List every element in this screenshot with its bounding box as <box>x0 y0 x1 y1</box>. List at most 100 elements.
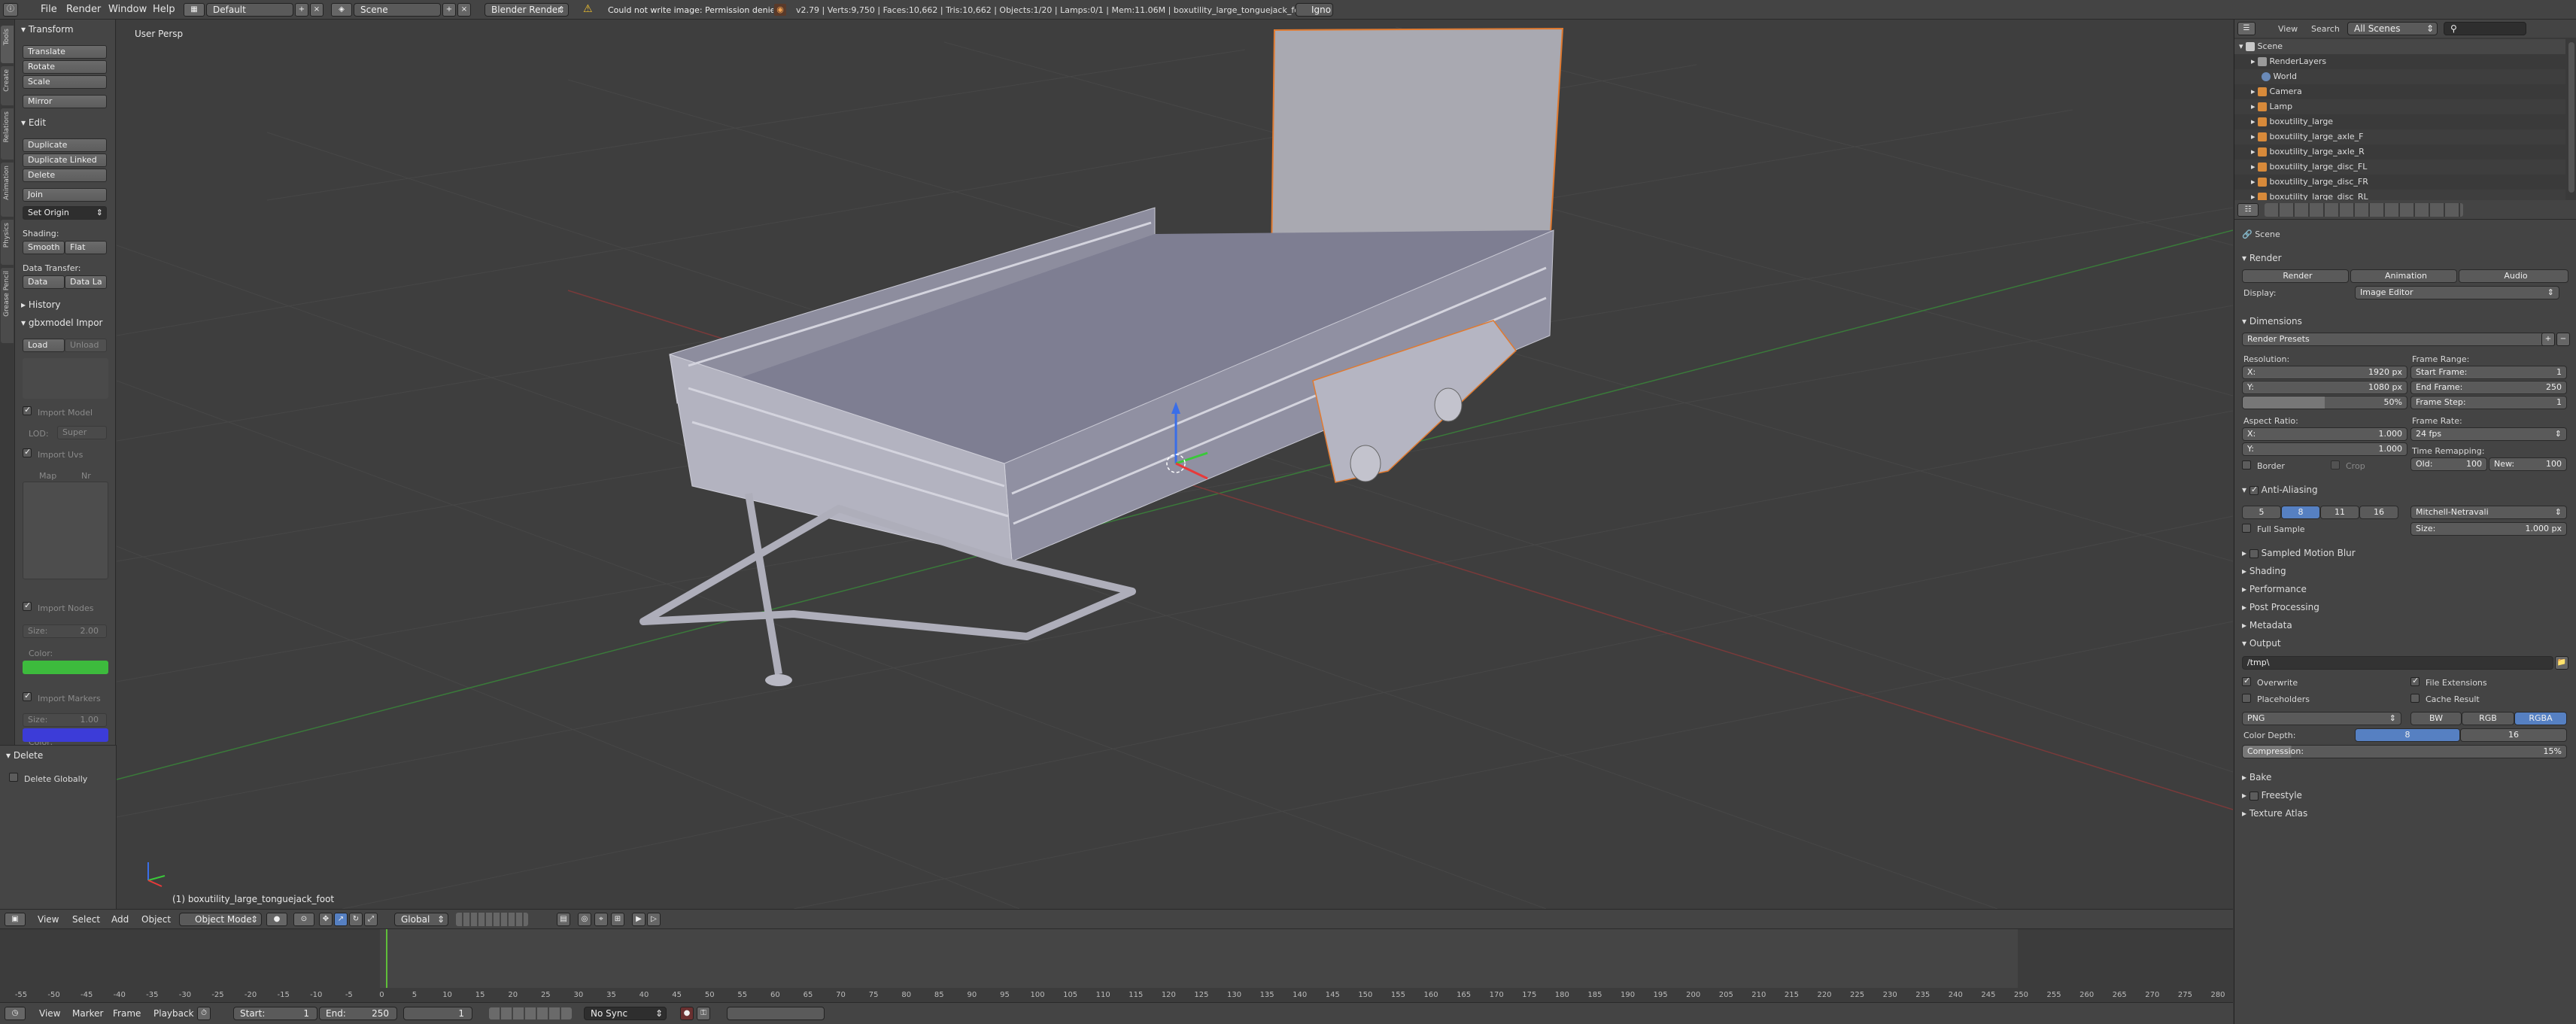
preset-add-icon[interactable]: + <box>2541 333 2555 346</box>
color-rgb-button[interactable]: RGB <box>2462 712 2514 725</box>
freestyle-checkbox[interactable] <box>2249 791 2259 801</box>
menu-view-time[interactable]: View <box>39 1003 60 1022</box>
history-header[interactable]: ▸ History <box>21 299 61 310</box>
smooth-button[interactable]: Smooth <box>23 241 65 254</box>
editor-type-3d-icon[interactable]: ▣ <box>5 913 26 926</box>
menu-frame[interactable]: Frame <box>113 1003 141 1022</box>
import-model-checkbox[interactable] <box>23 405 32 415</box>
color-depth-16-button[interactable]: 16 <box>2460 728 2567 742</box>
dimensions-section-header[interactable]: ▾ Dimensions <box>2242 316 2302 327</box>
output-section-header[interactable]: ▾ Output <box>2242 638 2281 649</box>
start-frame-prop-field[interactable]: Start Frame: 1 <box>2410 366 2567 379</box>
current-frame-cursor[interactable] <box>386 929 387 988</box>
file-format-select[interactable]: PNG ⇕ <box>2242 712 2401 725</box>
menu-render[interactable]: Render <box>66 0 101 20</box>
resolution-percentage-slider[interactable]: 50% <box>2242 396 2407 409</box>
outliner-item-lamp[interactable]: ▸ Lamp <box>2234 99 2565 114</box>
outliner-item-camera[interactable]: ▸ Camera <box>2234 84 2565 99</box>
current-frame-field[interactable]: 1 <box>403 1007 472 1020</box>
motion-blur-checkbox[interactable] <box>2249 548 2259 558</box>
texture-atlas-section-header[interactable]: ▸ Texture Atlas <box>2242 808 2307 819</box>
proportional-edit-icon[interactable]: ◎ <box>578 913 591 926</box>
outliner-item-world[interactable]: World <box>2234 69 2565 84</box>
aspect-x-field[interactable]: X: 1.000 <box>2242 427 2407 441</box>
tab-physics[interactable]: Physics <box>1 220 14 265</box>
node-color-swatch[interactable] <box>23 661 108 674</box>
layout-remove-icon[interactable]: × <box>310 3 324 17</box>
folder-icon[interactable]: 📁 <box>2555 656 2568 670</box>
sync-mode-select[interactable]: No Sync ⇕ <box>584 1007 667 1020</box>
crop-checkbox[interactable] <box>2331 460 2340 469</box>
full-sample-checkbox[interactable] <box>2242 524 2251 533</box>
bake-section-header[interactable]: ▸ Bake <box>2242 772 2271 782</box>
duplicate-linked-button[interactable]: Duplicate Linked <box>23 153 107 167</box>
aa-size-field[interactable]: Size: 1.000 px <box>2410 522 2567 536</box>
aa-samples-5[interactable]: 5 <box>2242 506 2281 519</box>
menu-add[interactable]: Add <box>111 910 129 929</box>
menu-select[interactable]: Select <box>72 910 100 929</box>
active-keying-set-field[interactable] <box>727 1007 825 1020</box>
menu-object[interactable]: Object <box>141 910 171 929</box>
import-markers-checkbox[interactable] <box>23 691 32 701</box>
file-extensions-checkbox[interactable] <box>2410 676 2420 686</box>
render-preview-icon[interactable]: ▶ <box>632 913 646 926</box>
outliner-item-disc-fr[interactable]: ▸ boxutility_large_disc_FR <box>2234 175 2565 190</box>
editor-type-outliner-icon[interactable]: ☰ <box>2237 22 2256 35</box>
menu-view[interactable]: View <box>38 910 59 929</box>
marker-size-field[interactable]: Size: 1.00 <box>23 713 107 727</box>
render-engine-select[interactable]: Blender Render ⇕ <box>485 3 569 17</box>
scale-button[interactable]: Scale <box>23 75 107 89</box>
color-rgba-button[interactable]: RGBA <box>2514 712 2567 725</box>
aa-samples-16[interactable]: 16 <box>2359 506 2398 519</box>
time-new-field[interactable]: New: 100 <box>2489 457 2567 471</box>
data-layout-button[interactable]: Data La <box>65 275 107 289</box>
border-checkbox[interactable] <box>2242 460 2251 469</box>
aa-filter-select[interactable]: Mitchell-Netravali ⇕ <box>2410 506 2567 519</box>
performance-section-header[interactable]: ▸ Performance <box>2242 584 2307 594</box>
delete-panel-header[interactable]: ▾ Delete <box>6 750 43 761</box>
rotate-manip-icon[interactable]: ↻ <box>349 913 363 926</box>
sampled-motion-blur-header[interactable]: ▸ Sampled Motion Blur <box>2242 548 2356 558</box>
menu-window[interactable]: Window <box>108 0 147 20</box>
translate-manip-icon[interactable]: ↗ <box>334 913 348 926</box>
keying-set-icon[interactable]: ⚿ <box>697 1007 710 1020</box>
tab-grease-pencil[interactable]: Grease Pencil <box>1 268 14 343</box>
outliner-menu-view[interactable]: View <box>2278 25 2298 33</box>
outliner-menu-search[interactable]: Search <box>2311 25 2340 33</box>
outliner-item-boxutility-large[interactable]: ▸ boxutility_large <box>2234 114 2565 129</box>
node-size-field[interactable]: Size: 2.00 <box>23 624 107 638</box>
outliner-scrollbar[interactable] <box>2568 42 2574 193</box>
resolution-x-field[interactable]: X: 1920 px <box>2242 366 2407 379</box>
tab-tools[interactable]: Tools <box>1 26 14 63</box>
menu-help[interactable]: Help <box>153 0 175 20</box>
scene-remove-icon[interactable]: × <box>457 3 471 17</box>
delete-globally-checkbox[interactable] <box>9 773 18 782</box>
scene-add-icon[interactable]: + <box>442 3 456 17</box>
render-animation-icon[interactable]: ▷ <box>647 913 661 926</box>
transform-header[interactable]: ▾ Transform <box>21 24 74 35</box>
timeline-area[interactable]: -55 -50 -45 -40 -35 -30 -25 -20 -15 -10 -5 0 5 10 15 20… <box>0 928 2233 1002</box>
layout-icon[interactable]: ▦ <box>184 3 205 17</box>
layer-buttons[interactable] <box>456 913 528 926</box>
frame-step-field[interactable]: Frame Step: 1 <box>2410 396 2567 409</box>
load-button[interactable]: Load <box>23 339 65 352</box>
color-bw-button[interactable]: BW <box>2410 712 2462 725</box>
layout-field[interactable]: Default <box>206 3 293 17</box>
tab-animation[interactable]: Animation <box>1 163 14 217</box>
output-path-input[interactable]: /tmp\ <box>2242 656 2553 670</box>
set-origin-select[interactable]: Set Origin ⇕ <box>23 206 107 220</box>
preview-range-icon[interactable]: ⏱ <box>197 1007 211 1020</box>
mirror-button[interactable]: Mirror <box>23 95 107 108</box>
display-mode-select[interactable]: All Scenes ⇕ <box>2347 22 2438 35</box>
lod-select[interactable]: Super <box>57 426 107 439</box>
outliner-item-renderlayers[interactable]: ▸ RenderLayers <box>2234 54 2565 69</box>
aspect-y-field[interactable]: Y: 1.000 <box>2242 442 2407 456</box>
freestyle-section-header[interactable]: ▸ Freestyle <box>2242 790 2302 801</box>
ignore-button[interactable]: Igno <box>1296 3 1333 17</box>
render-section-header[interactable]: ▾ Render <box>2242 253 2282 263</box>
scale-manip-icon[interactable]: ⤢ <box>364 913 378 926</box>
gbxmodel-header[interactable]: ▾ gbxmodel Impor <box>21 318 102 328</box>
color-depth-8-button[interactable]: 8 <box>2355 728 2460 742</box>
render-presets-select[interactable]: Render Presets⇕ <box>2242 333 2555 346</box>
uv-map-list[interactable] <box>23 482 108 579</box>
